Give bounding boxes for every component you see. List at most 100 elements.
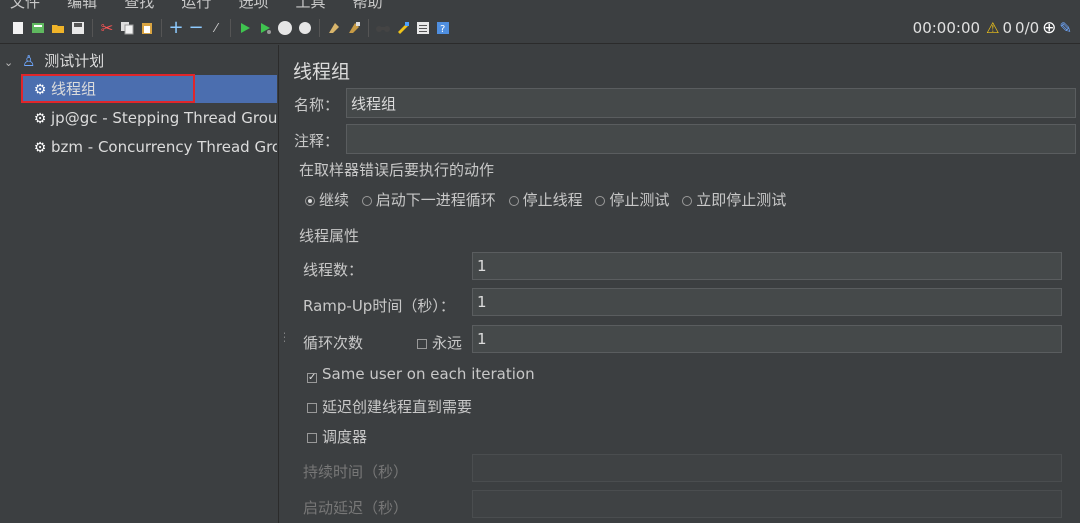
thread-group-panel: 线程组 名称： 注释： 在取样器错误后要执行的动作 继续 启动下一进程循环 停止… xyxy=(285,45,1080,523)
open-icon[interactable] xyxy=(50,20,66,36)
radio-label: 立即停止测试 xyxy=(696,191,787,209)
loop-field[interactable] xyxy=(472,325,1062,353)
function-helper-icon[interactable] xyxy=(415,20,431,36)
start-icon[interactable] xyxy=(237,20,253,36)
menu-search[interactable]: 查找 xyxy=(124,0,154,12)
warning-count: 0 xyxy=(1002,19,1013,37)
elapsed-timer: 00:00:00 xyxy=(912,19,981,37)
duration-field xyxy=(472,454,1062,482)
radio-stop-test-now[interactable]: 立即停止测试 xyxy=(682,191,786,209)
search-icon[interactable] xyxy=(375,20,391,36)
threads-field[interactable] xyxy=(472,252,1062,280)
tree-item-concurrency[interactable]: ⚙ bzm - Concurrency Thread Grou xyxy=(33,133,277,161)
rampup-field[interactable] xyxy=(472,288,1062,316)
toolbar-separator xyxy=(92,18,93,37)
save-icon[interactable] xyxy=(70,20,86,36)
name-label: 名称： xyxy=(294,96,340,114)
menu-help[interactable]: 帮助 xyxy=(353,0,383,12)
cut-icon[interactable]: ✂ xyxy=(99,20,115,36)
thread-props-section: 线程属性 xyxy=(299,227,360,245)
highlight-box xyxy=(21,74,195,103)
reset-search-icon[interactable] xyxy=(395,20,411,36)
tree-item-label: jp@gc - Stepping Thread Group xyxy=(51,109,277,127)
collapse-arrow-icon[interactable]: ⌄ xyxy=(4,56,13,69)
toolbar-separator xyxy=(230,18,231,37)
clear-all-icon[interactable] xyxy=(346,20,362,36)
checkbox-off-icon xyxy=(417,339,427,349)
start-no-pause-icon[interactable] xyxy=(257,20,273,36)
error-action-section: 在取样器错误后要执行的动作 xyxy=(299,161,495,179)
loop-label: 循环次数 xyxy=(303,334,364,352)
shutdown-icon[interactable] xyxy=(297,20,313,36)
delay-thread-checkbox[interactable]: 延迟创建线程直到需要 xyxy=(307,396,472,417)
tree-root-label: 测试计划 xyxy=(44,52,105,70)
paste-icon[interactable] xyxy=(139,20,155,36)
comment-label: 注释： xyxy=(294,132,340,150)
radio-stop-test[interactable]: 停止测试 xyxy=(595,191,669,209)
radio-off-icon xyxy=(595,196,606,206)
radio-label: 继续 xyxy=(319,191,350,209)
stop-icon[interactable] xyxy=(277,20,293,36)
startup-delay-label: 启动延迟（秒） xyxy=(303,499,409,517)
templates-icon[interactable] xyxy=(30,20,46,36)
menu-run[interactable]: 运行 xyxy=(181,0,211,12)
checkbox-off-icon xyxy=(307,403,317,413)
startup-delay-field xyxy=(472,490,1062,518)
radio-on-icon xyxy=(305,196,315,206)
duration-label: 持续时间（秒） xyxy=(303,463,409,481)
comment-field[interactable] xyxy=(346,124,1076,154)
radio-off-icon xyxy=(361,196,372,206)
radio-next-loop[interactable]: 启动下一进程循环 xyxy=(361,191,496,209)
gear-icon: ⚙ xyxy=(33,140,47,156)
page-title: 线程组 xyxy=(293,61,351,83)
flask-icon: ♙ xyxy=(22,52,36,70)
collapse-icon[interactable]: − xyxy=(188,18,204,36)
radio-continue[interactable]: 继续 xyxy=(305,191,349,209)
test-plan-tree: ⌄ ♙ 测试计划 ⚙ 线程组 ⚙ jp@gc - Stepping Thread G… xyxy=(0,45,279,523)
tree-item-label: bzm - Concurrency Thread Grou xyxy=(51,138,277,156)
threads-label: 线程数： xyxy=(303,261,364,279)
svg-text:?: ? xyxy=(440,24,445,35)
forever-checkbox[interactable]: 永远 xyxy=(417,332,462,353)
toolbar-separator xyxy=(368,18,369,37)
clear-icon[interactable] xyxy=(326,20,342,36)
toggle-icon[interactable]: ⁄ xyxy=(208,20,224,36)
menu-options[interactable]: 选项 xyxy=(238,0,268,12)
scheduler-checkbox[interactable]: 调度器 xyxy=(307,426,367,447)
forever-label: 永远 xyxy=(432,334,463,352)
new-icon[interactable] xyxy=(10,20,26,36)
tree-item-stepping[interactable]: ⚙ jp@gc - Stepping Thread Group xyxy=(33,104,277,132)
active-threads: 0/0 xyxy=(1015,19,1040,37)
same-user-label: Same user on each iteration xyxy=(322,365,535,383)
radio-label: 停止线程 xyxy=(522,191,583,209)
delay-thread-label: 延迟创建线程直到需要 xyxy=(322,398,473,416)
menu-file[interactable]: 文件 xyxy=(10,0,40,12)
scheduler-label: 调度器 xyxy=(322,428,368,446)
radio-stop-thread[interactable]: 停止线程 xyxy=(508,191,583,209)
toolbar-separator xyxy=(319,18,320,37)
expand-icon[interactable]: + xyxy=(168,18,184,36)
status-area: 00:00:00 ⚠ 0 0/0 ⊕ ✎ xyxy=(910,12,1072,44)
checkbox-off-icon xyxy=(307,433,317,443)
same-user-checkbox[interactable]: ✓ Same user on each iteration xyxy=(307,365,535,383)
radio-off-icon xyxy=(508,196,519,206)
radio-label: 启动下一进程循环 xyxy=(375,191,496,209)
menu-tools[interactable]: 工具 xyxy=(296,0,326,12)
checkbox-on-icon: ✓ xyxy=(307,372,317,383)
plugin-icon[interactable]: ✎ xyxy=(1059,19,1072,37)
name-field[interactable] xyxy=(346,88,1076,118)
help-icon[interactable]: ? xyxy=(435,20,451,36)
warning-icon[interactable]: ⚠ xyxy=(986,19,999,37)
remote-start-icon[interactable]: ⊕ xyxy=(1042,18,1056,38)
menu-edit[interactable]: 编辑 xyxy=(67,0,97,12)
toolbar-separator xyxy=(161,18,162,37)
copy-icon[interactable] xyxy=(119,20,135,36)
menu-bar: 文件 编辑 查找 运行 选项 工具 帮助 xyxy=(0,0,1080,12)
tree-root[interactable]: ⌄ ♙ 测试计划 xyxy=(4,47,274,75)
rampup-label: Ramp-Up时间（秒）： xyxy=(303,297,455,315)
gear-icon: ⚙ xyxy=(33,111,47,127)
toolbar: ✂ + − ⁄ ? 00:00:00 ⚠ 0 0/0 ⊕ ✎ xyxy=(0,12,1080,44)
error-action-options: 继续 启动下一进程循环 停止线程 停止测试 立即停止测试 xyxy=(305,189,786,210)
radio-off-icon xyxy=(682,196,693,206)
radio-label: 停止测试 xyxy=(609,191,670,209)
